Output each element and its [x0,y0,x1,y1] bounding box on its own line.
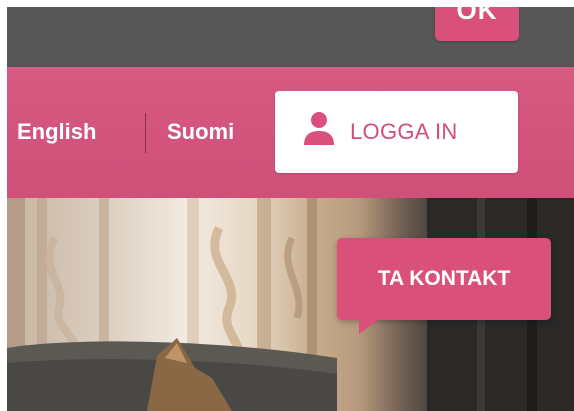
page-viewport: OK English Suomi LOGGA IN TA KONTAKT [7,7,574,411]
login-button-label: LOGGA IN [350,119,458,144]
login-button[interactable]: LOGGA IN [275,91,518,173]
contact-button-label: TA KONTAKT [377,267,511,290]
language-divider [145,113,146,153]
cookie-bar: OK [7,7,574,67]
language-link-english[interactable]: English [17,119,96,145]
ok-button[interactable]: OK [435,7,519,41]
contact-button-tail [359,318,381,334]
contact-button[interactable]: TA KONTAKT [337,238,551,320]
language-link-suomi[interactable]: Suomi [167,119,234,145]
hero-image: TA KONTAKT [7,198,574,411]
user-icon [304,112,334,145]
header-nav: English Suomi LOGGA IN [7,67,574,198]
